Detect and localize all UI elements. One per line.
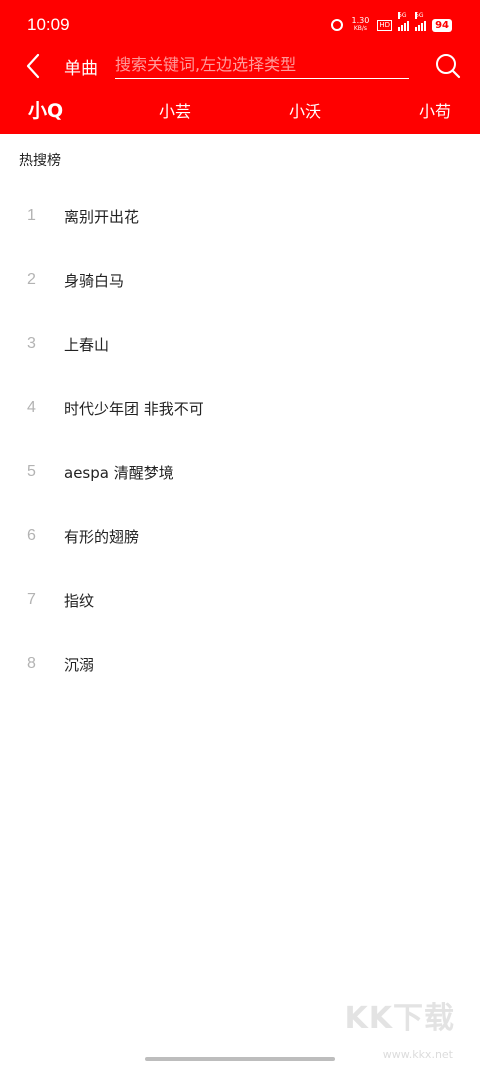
hot-search-item[interactable]: 2 身骑白马: [0, 248, 480, 312]
hot-search-item[interactable]: 1 离别开出花: [0, 184, 480, 248]
hot-search-title: 热搜榜: [19, 153, 61, 169]
hot-search-text: 指纹: [64, 592, 95, 610]
hot-search-item[interactable]: 8 沉溺: [0, 632, 480, 696]
status-icons: 1.30 KB/s HD 5G 5G 94: [331, 12, 452, 35]
tab-xiaowo[interactable]: 小沃: [289, 98, 321, 122]
hot-search-text: 时代少年团 非我不可: [64, 400, 204, 418]
network-speed-unit: KB/s: [353, 25, 368, 32]
hot-search-text: 身骑白马: [64, 272, 125, 290]
app-header: 10:09 1.30 KB/s HD 5G 5G 94 单曲 小Q 小: [0, 0, 480, 134]
hot-search-item[interactable]: 6 有形的翅膀: [0, 504, 480, 568]
hot-search-rank: 5: [27, 463, 36, 480]
hot-search-rank: 2: [27, 271, 36, 288]
tab-xiaoq[interactable]: 小Q: [28, 96, 63, 123]
hot-search-list: 1 离别开出花 2 身骑白马 3 上春山 4 时代少年团 非我不可 5 aesp…: [0, 184, 480, 696]
status-time: 10:09: [27, 15, 70, 34]
hot-search-item[interactable]: 5 aespa 清醒梦境: [0, 440, 480, 504]
signal-icon: 5G: [398, 12, 410, 31]
hot-search-rank: 7: [27, 591, 36, 608]
watermark-logo: KK下载: [344, 1001, 455, 1036]
watermark-url: www.kkx.net: [382, 1048, 453, 1061]
alarm-icon: [331, 19, 344, 31]
tab-xiaoyun[interactable]: 小芸: [159, 98, 191, 122]
hot-search-rank: 4: [27, 399, 36, 416]
status-bar: 10:09 1.30 KB/s HD 5G 5G 94: [0, 0, 480, 48]
tab-xiaogou[interactable]: 小苟: [419, 98, 451, 122]
search-type-selector[interactable]: 单曲: [64, 54, 98, 79]
hot-search-text: 上春山: [64, 336, 110, 354]
hot-search-text: 离别开出花: [64, 208, 140, 226]
back-arrow-icon[interactable]: [20, 50, 48, 82]
hot-search-rank: 6: [27, 527, 36, 544]
hot-search-text: 沉溺: [64, 656, 95, 674]
hd-icon: HD: [377, 19, 393, 31]
search-icon[interactable]: [434, 52, 462, 80]
hot-search-item[interactable]: 4 时代少年团 非我不可: [0, 376, 480, 440]
search-input[interactable]: [115, 52, 409, 79]
network-speed-value: 1.30: [351, 16, 370, 25]
hot-search-text: 有形的翅膀: [64, 528, 140, 546]
signal-label-2: 5G: [415, 12, 424, 19]
network-speed: 1.30 KB/s: [349, 17, 371, 33]
signal-label: 5G: [398, 12, 407, 19]
signal-icon-2: 5G: [415, 12, 427, 31]
hot-search-item[interactable]: 3 上春山: [0, 312, 480, 376]
hot-search-text: aespa 清醒梦境: [64, 464, 174, 482]
battery-icon: 94: [432, 18, 452, 32]
hot-search-item[interactable]: 7 指纹: [0, 568, 480, 632]
hot-search-rank: 3: [27, 335, 36, 352]
home-indicator[interactable]: [145, 1057, 335, 1061]
hot-search-rank: 8: [27, 655, 36, 672]
hot-search-rank: 1: [27, 207, 36, 224]
